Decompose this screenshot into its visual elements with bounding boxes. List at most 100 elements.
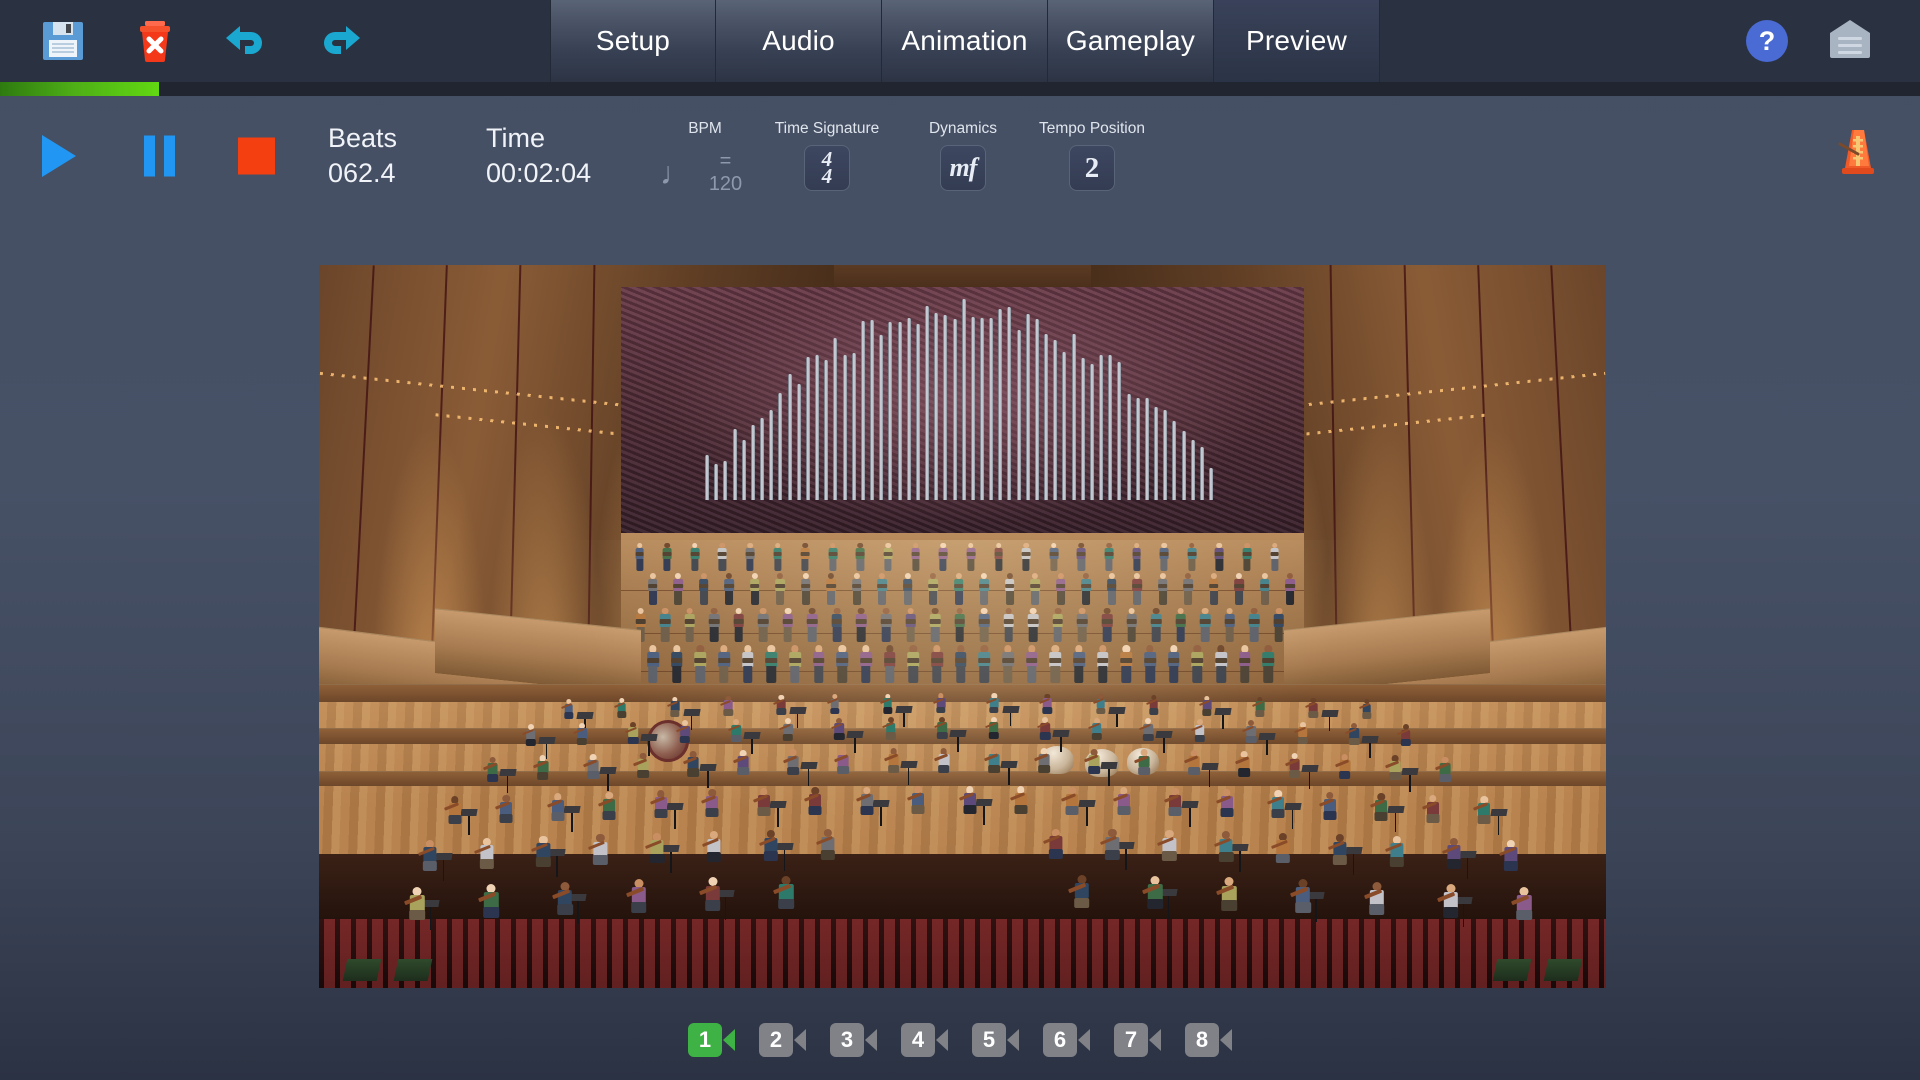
orchestra-musician: [830, 717, 845, 745]
tab-gameplay[interactable]: Gameplay: [1048, 0, 1214, 82]
choir-member: [1159, 542, 1169, 575]
camera-lens-icon: [723, 1029, 735, 1051]
camera-button-7[interactable]: 7: [1114, 1023, 1161, 1057]
organ-pipe: [1071, 333, 1076, 500]
time-value: 00:02:04: [486, 158, 592, 188]
music-stand: [468, 815, 470, 836]
play-button[interactable]: [42, 135, 76, 177]
choir-member: [883, 542, 893, 575]
tab-animation-label: Animation: [901, 25, 1028, 56]
tab-gameplay-label: Gameplay: [1065, 25, 1196, 56]
camera-button-6[interactable]: 6: [1043, 1023, 1090, 1057]
time-signature-button[interactable]: 4 4: [804, 145, 850, 191]
music-stand: [674, 809, 676, 830]
time-readout: Time 00:02:04: [486, 122, 591, 192]
organ-pipe: [805, 357, 810, 500]
camera-lens-icon: [1220, 1029, 1232, 1051]
orchestra-musician: [1084, 748, 1101, 780]
tab-animation[interactable]: Animation: [882, 0, 1048, 82]
orchestra-musician: [1157, 830, 1177, 867]
bpm-label: BPM: [688, 120, 722, 137]
tab-audio[interactable]: Audio: [716, 0, 882, 82]
organ-pipe: [915, 324, 920, 500]
undo-button[interactable]: [220, 14, 274, 68]
menu-button[interactable]: [1828, 18, 1872, 65]
orchestra-musician: [582, 753, 600, 785]
music-stand: [690, 715, 692, 730]
organ-pipe: [1117, 362, 1122, 500]
scene-viewport[interactable]: [319, 265, 1606, 988]
choir-member: [1143, 645, 1157, 687]
orchestra-musician: [773, 694, 787, 719]
stop-button[interactable]: [238, 137, 275, 175]
orchestra-musician: [624, 721, 639, 749]
pipe-organ: [705, 298, 1220, 500]
choir-member: [788, 645, 802, 687]
organ-pipe: [879, 334, 884, 500]
organ-pipe: [1199, 447, 1204, 500]
pause-button[interactable]: [144, 135, 175, 177]
orchestra-musician: [1043, 828, 1063, 866]
choir-member: [1199, 607, 1211, 646]
camera-button-8[interactable]: 8: [1185, 1023, 1232, 1057]
music-stand: [1116, 712, 1118, 728]
tempo-position-label: Tempo Position: [1039, 120, 1145, 137]
choir-member: [745, 542, 755, 575]
camera-button-3[interactable]: 3: [830, 1023, 877, 1057]
metronome-button[interactable]: [1838, 124, 1878, 181]
orchestra-musician: [1252, 696, 1265, 721]
orchestra-musician: [645, 832, 665, 870]
camera-number-label: 5: [972, 1023, 1006, 1057]
choir-member: [693, 645, 707, 687]
camera-button-5[interactable]: 5: [972, 1023, 1019, 1057]
choir-member: [1214, 645, 1228, 687]
orchestra-musician: [1234, 751, 1251, 782]
redo-icon: [324, 26, 360, 54]
organ-pipe: [732, 428, 737, 500]
camera-button-1[interactable]: 1: [688, 1023, 735, 1057]
music-stand: [957, 735, 959, 752]
tab-preview[interactable]: Preview: [1214, 0, 1380, 82]
music-stand: [796, 713, 799, 728]
redo-button[interactable]: [312, 14, 366, 68]
music-stand: [751, 738, 753, 755]
organ-pipe: [750, 424, 755, 500]
help-button[interactable]: ?: [1746, 20, 1788, 62]
tab-audio-label: Audio: [762, 25, 835, 56]
organ-pipe: [870, 320, 875, 500]
organ-pipe: [1089, 363, 1094, 500]
camera-button-2[interactable]: 2: [759, 1023, 806, 1057]
camera-number-label: 2: [759, 1023, 793, 1057]
choir-member: [1270, 542, 1280, 575]
orchestra-musician: [1139, 718, 1154, 745]
playback-progress-track[interactable]: [0, 82, 1920, 96]
choir-member: [673, 572, 684, 608]
choir-member: [954, 645, 968, 687]
concert-hall-render: [319, 265, 1606, 988]
choir-member: [1096, 645, 1110, 687]
camera-button-4[interactable]: 4: [901, 1023, 948, 1057]
orchestra-musician: [1363, 881, 1385, 923]
music-stand: [442, 858, 445, 881]
orchestra-musician: [532, 755, 549, 786]
orchestra-musician: [588, 834, 608, 871]
tab-setup[interactable]: Setup: [550, 0, 716, 82]
save-button[interactable]: [36, 14, 90, 68]
orchestra-musician: [560, 698, 574, 723]
time-signature-bottom: 4: [821, 164, 833, 188]
choir-member: [717, 542, 727, 575]
orchestra-musician: [1498, 839, 1518, 877]
orchestra-musician: [906, 786, 925, 820]
choir-member: [1049, 542, 1059, 575]
choir-member: [647, 572, 658, 608]
organ-pipe: [1016, 329, 1021, 500]
choir-member: [1072, 645, 1086, 687]
organ-pipe: [1181, 430, 1186, 500]
organ-pipe: [906, 317, 911, 500]
organ-pipe: [1163, 410, 1168, 500]
dynamics-button[interactable]: mf: [940, 145, 986, 191]
organ-pipe: [1053, 340, 1058, 500]
delete-button[interactable]: [128, 14, 182, 68]
choir-member: [646, 645, 660, 687]
tempo-position-button[interactable]: 2: [1069, 145, 1115, 191]
